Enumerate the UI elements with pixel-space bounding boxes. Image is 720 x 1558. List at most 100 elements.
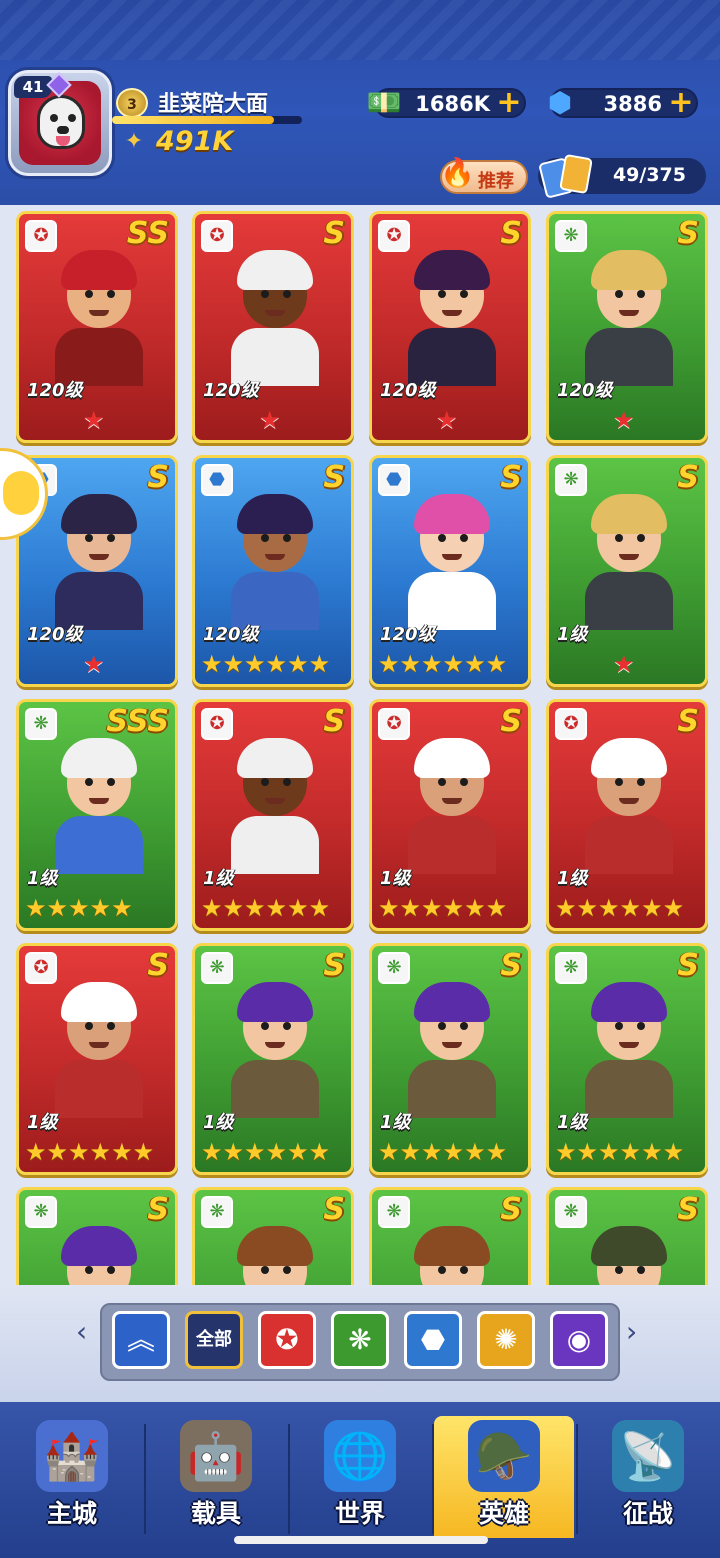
bottom-nav: 🏰 主城 🤖 载具 🌐 世界 🪖 英雄 📡 征战 bbox=[0, 1402, 720, 1558]
hero-level: 1级 bbox=[557, 1112, 588, 1133]
filter-right-arrow-icon[interactable]: › bbox=[626, 1315, 637, 1348]
hero-card[interactable]: ✪ S 1级 ★★★★★★ bbox=[16, 943, 178, 1175]
hero-grade: S bbox=[323, 704, 345, 739]
filter-area: ‹ ︽ 全部 ✪ ❋ ⬣ ✺ ◉ › bbox=[0, 1285, 720, 1402]
hero-star-rating: ★ bbox=[83, 650, 105, 678]
nav-divider bbox=[432, 1424, 434, 1534]
hero-grade: S bbox=[677, 216, 699, 251]
gem-icon: ⬢ bbox=[547, 86, 573, 119]
hero-card[interactable]: ❋ S 1级 ★★★★★★ bbox=[546, 943, 708, 1175]
hero-card[interactable]: ✪ S 1级 ★★★★★★ bbox=[192, 699, 354, 931]
blue-emblem-icon: ⬣ bbox=[420, 1323, 446, 1356]
hero-card[interactable]: ❋ S 1级 ★ bbox=[546, 455, 708, 687]
hero-portrait bbox=[402, 244, 502, 386]
hero-card[interactable]: ✪ SS 120级 ★ bbox=[16, 211, 178, 443]
hero-card[interactable]: ❋ S 1级 ★★★★★★ bbox=[192, 943, 354, 1175]
chick-mascot-icon bbox=[3, 471, 39, 515]
hero-card[interactable]: ❋ S bbox=[16, 1187, 178, 1285]
hero-star-rating: ★ bbox=[613, 650, 635, 678]
hero-card[interactable]: ⬣ S 120级 ★★★★★★ bbox=[369, 455, 531, 687]
exp-bar-fill bbox=[112, 116, 274, 124]
gold-emblem-icon: ✺ bbox=[494, 1323, 518, 1356]
hero-card[interactable]: ✪ S 1级 ★★★★★★ bbox=[369, 699, 531, 931]
fire-icon: 🔥 bbox=[440, 156, 475, 189]
filter-left-arrow-icon[interactable]: ‹ bbox=[76, 1315, 87, 1348]
hero-level: 1级 bbox=[203, 868, 234, 889]
hero-grade: S bbox=[677, 1192, 699, 1227]
hero-card[interactable]: ✪ S 120级 ★ bbox=[192, 211, 354, 443]
hero-card[interactable]: ❋ S 120级 ★ bbox=[546, 211, 708, 443]
hero-portrait bbox=[402, 1220, 502, 1285]
hero-portrait bbox=[225, 1220, 325, 1285]
hero-grade: S bbox=[147, 948, 169, 983]
hero-grade: S bbox=[500, 948, 522, 983]
hero-level: 120级 bbox=[557, 380, 613, 401]
hero-grade: S bbox=[323, 216, 345, 251]
hero-grade: S bbox=[147, 460, 169, 495]
hero-grade: S bbox=[147, 1192, 169, 1227]
hero-star-rating: ★★★★★★ bbox=[555, 894, 685, 922]
gold-faction-filter[interactable]: ✺ bbox=[477, 1311, 535, 1369]
hero-level: 120级 bbox=[27, 380, 83, 401]
hero-star-rating: ★★★★★★ bbox=[201, 650, 331, 678]
hero-card[interactable]: ⬣ S 120级 ★★★★★★ bbox=[192, 455, 354, 687]
purple-faction-filter[interactable]: ◉ bbox=[550, 1311, 608, 1369]
recommend-label: 推荐 bbox=[478, 171, 514, 192]
power-wings-icon: ✦ bbox=[124, 129, 144, 154]
rank-badge: 3 bbox=[116, 88, 148, 118]
hero-level: 1级 bbox=[380, 1112, 411, 1133]
hero-star-rating: ★★★★★★ bbox=[378, 894, 508, 922]
all-filter[interactable]: 全部 bbox=[185, 1311, 243, 1369]
nav-label: 主城 bbox=[46, 1499, 97, 1528]
hero-card[interactable]: ✪ S 120级 ★ bbox=[369, 211, 531, 443]
add-cash-button[interactable]: + bbox=[496, 88, 522, 118]
nav-label: 征战 bbox=[622, 1499, 673, 1528]
hero-level: 1级 bbox=[27, 868, 58, 889]
nav-label: 英雄 bbox=[478, 1499, 529, 1528]
nav-vehicles[interactable]: 🤖 载具 bbox=[146, 1416, 286, 1538]
hero-portrait bbox=[225, 488, 325, 630]
bulldog-portrait-icon bbox=[37, 95, 85, 149]
hero-card[interactable]: ❋ S 1级 ★★★★★★ bbox=[369, 943, 531, 1175]
hero-portrait bbox=[579, 976, 679, 1118]
hero-portrait bbox=[225, 976, 325, 1118]
nav-world[interactable]: 🌐 世界 bbox=[290, 1416, 430, 1538]
add-gem-button[interactable]: + bbox=[668, 88, 694, 118]
hero-grade: S bbox=[323, 1192, 345, 1227]
hero-portrait bbox=[579, 732, 679, 874]
header-pattern bbox=[0, 0, 720, 60]
exp-bar bbox=[112, 116, 302, 124]
hero-card[interactable]: ❋ SSS 1级 ★★★★★ bbox=[16, 699, 178, 931]
hero-level: 1级 bbox=[380, 868, 411, 889]
nav-divider bbox=[576, 1424, 578, 1534]
hero-portrait bbox=[49, 1220, 149, 1285]
hero-level: 1级 bbox=[557, 624, 588, 645]
recommend-button[interactable]: 🔥 推荐 bbox=[440, 156, 528, 194]
hero-card[interactable]: ❋ S bbox=[369, 1187, 531, 1285]
hero-card[interactable]: ❋ S bbox=[192, 1187, 354, 1285]
power-value: 491K bbox=[156, 126, 234, 157]
hero-portrait bbox=[579, 488, 679, 630]
hero-star-rating: ★★★★★★ bbox=[378, 650, 508, 678]
top-header: 41 3 韭菜陪大面 ✦ 491K 💵 1686K + ⬢ 3886 + 🔥 推… bbox=[0, 0, 720, 205]
hero-collection-counter[interactable]: 49/375 bbox=[538, 153, 706, 199]
hero-card[interactable]: ✪ S 1级 ★★★★★★ bbox=[546, 699, 708, 931]
green-faction-filter[interactable]: ❋ bbox=[331, 1311, 389, 1369]
hero-level: 120级 bbox=[203, 380, 259, 401]
hero-star-rating: ★ bbox=[436, 406, 458, 434]
hero-portrait bbox=[402, 976, 502, 1118]
hero-grade: S bbox=[677, 704, 699, 739]
hero-grade: S bbox=[323, 948, 345, 983]
hero-card[interactable]: ❋ S bbox=[546, 1187, 708, 1285]
blue-faction-filter[interactable]: ⬣ bbox=[404, 1311, 462, 1369]
hero-star-rating: ★ bbox=[83, 406, 105, 434]
nav-campaign[interactable]: 📡 征战 bbox=[578, 1416, 718, 1538]
hero-grid: ✪SS120级★✪S120级★✪S120级★❋S120级★⬣S120级★⬣S12… bbox=[0, 205, 720, 1285]
red-faction-filter[interactable]: ✪ bbox=[258, 1311, 316, 1369]
red-emblem-icon: ✪ bbox=[275, 1323, 299, 1356]
nav-main-city[interactable]: 🏰 主城 bbox=[2, 1416, 142, 1538]
upgrade-filter[interactable]: ︽ bbox=[112, 1311, 170, 1369]
nav-divider bbox=[288, 1424, 290, 1534]
hero-portrait bbox=[402, 732, 502, 874]
nav-heroes[interactable]: 🪖 英雄 bbox=[434, 1416, 574, 1538]
